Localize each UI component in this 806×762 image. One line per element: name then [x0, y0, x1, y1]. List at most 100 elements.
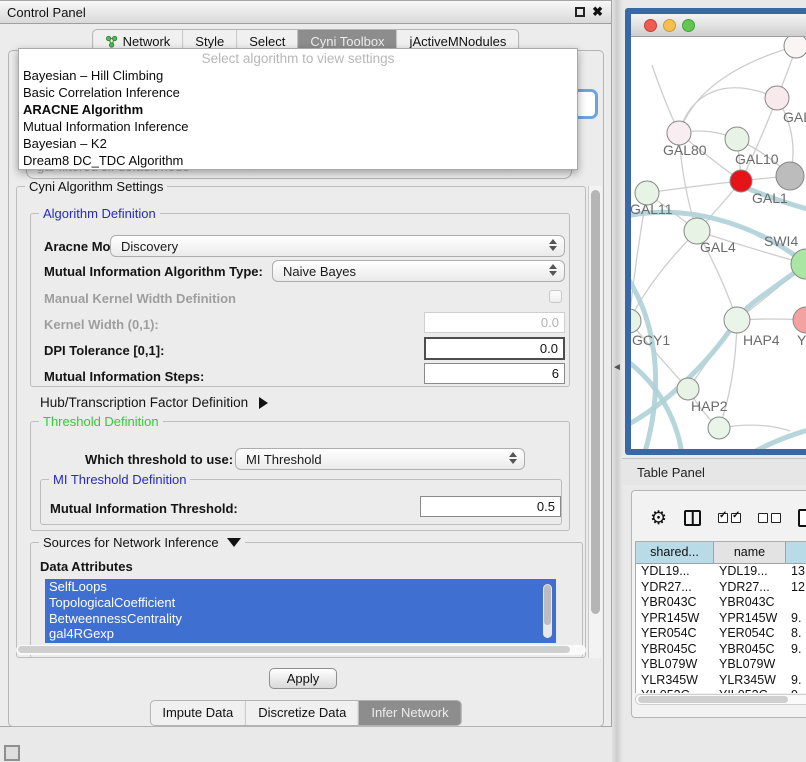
network-node-gcy1[interactable] — [631, 309, 641, 333]
algorithm-option[interactable]: Basic Correlation Inference — [19, 84, 577, 101]
table-cell[interactable]: 9 — [786, 688, 806, 693]
export-table-icon[interactable] — [798, 509, 806, 527]
deselect-all-columns-icon[interactable] — [758, 513, 781, 523]
table-row[interactable]: YPR145WYPR145W9. — [636, 611, 806, 627]
zoom-window-icon[interactable] — [682, 19, 695, 32]
table-cell[interactable]: 9. — [786, 642, 806, 658]
dpi-tolerance-field[interactable]: 0.0 — [424, 337, 565, 360]
algorithm-option[interactable]: Bayesian – Hill Climbing — [19, 67, 577, 84]
table-cell[interactable]: YBR043C — [636, 595, 714, 611]
mi-threshold-field[interactable]: 0.5 — [420, 496, 561, 517]
table-cell[interactable]: 9. — [786, 673, 806, 689]
algorithm-option[interactable]: Mutual Information Inference — [19, 118, 577, 135]
table-cell[interactable]: YBL079W — [636, 657, 714, 673]
network-node-label: SWI4 — [764, 233, 798, 249]
table-cell[interactable]: 13 — [786, 564, 806, 580]
network-canvas[interactable]: GALGAL80GAL10GAL1GAL11GAL4SWI4GCY1HAP4YH… — [631, 37, 806, 449]
tab-infer-network[interactable]: Infer Network — [358, 701, 460, 725]
network-node-y[interactable] — [793, 307, 806, 333]
algorithm-definition-title: Algorithm Definition — [39, 206, 160, 221]
table-cell[interactable]: YDR27... — [714, 580, 786, 596]
table-cell[interactable]: YDL19... — [636, 564, 714, 580]
table-cell[interactable]: YIL052C — [636, 688, 714, 693]
settings-horizontal-scrollbar[interactable] — [16, 645, 586, 655]
select-all-columns-icon[interactable] — [718, 513, 741, 523]
column-header-name[interactable]: name — [714, 542, 786, 564]
network-node-hap2[interactable] — [677, 378, 699, 400]
data-attributes-list[interactable]: SelfLoopsTopologicalCoefficientBetweenne… — [45, 579, 556, 643]
table-cell[interactable]: YDR27... — [636, 580, 714, 596]
table-cell[interactable]: YBR045C — [636, 642, 714, 658]
manual-kernel-width-checkbox[interactable] — [549, 290, 562, 303]
network-node-label: GCY1 — [632, 332, 670, 348]
table-cell[interactable]: YER054C — [714, 626, 786, 642]
table-row[interactable]: YBR045CYBR045C9. — [636, 642, 806, 658]
hub-definition-label[interactable]: Hub/Transcription Factor Definition — [40, 395, 268, 410]
threshold-definition-title: Threshold Definition — [39, 414, 163, 429]
collapsed-panel-icon[interactable] — [4, 745, 20, 761]
expand-right-icon[interactable] — [259, 397, 268, 409]
table-row[interactable]: YDL19...YDL19...13 — [636, 564, 806, 580]
panel-splitter[interactable] — [612, 0, 622, 762]
column-header-clipped[interactable] — [786, 542, 806, 564]
list-scrollbar[interactable] — [543, 584, 552, 638]
float-panel-icon[interactable] — [575, 7, 585, 17]
data-attribute-item[interactable]: BetweennessCentrality — [45, 611, 556, 627]
table-row[interactable]: YBR043CYBR043C — [636, 595, 806, 611]
algorithm-option[interactable]: ARACNE Algorithm — [19, 101, 577, 118]
data-attribute-item[interactable]: SelfLoops — [45, 579, 556, 595]
table-row[interactable]: YIL052CYIL052C9 — [636, 688, 806, 693]
table-cell[interactable]: YPR145W — [636, 611, 714, 627]
table-cell[interactable]: 12 — [786, 580, 806, 596]
table-cell[interactable]: YPR145W — [714, 611, 786, 627]
table-cell[interactable]: YIL052C — [714, 688, 786, 693]
network-node-gal10[interactable] — [725, 127, 749, 151]
table-cell[interactable]: YBR045C — [714, 642, 786, 658]
close-panel-icon[interactable]: ✖ — [592, 5, 603, 19]
table-horizontal-scrollbar[interactable] — [635, 694, 806, 705]
table-row[interactable]: YBL079WYBL079W — [636, 657, 806, 673]
collapse-down-icon[interactable] — [227, 538, 241, 547]
table-cell[interactable]: 9. — [786, 611, 806, 627]
network-node[interactable] — [776, 162, 804, 190]
table-cell[interactable]: YER054C — [636, 626, 714, 642]
which-threshold-combobox[interactable]: MI Threshold — [235, 448, 525, 470]
gear-icon[interactable]: ⚙ — [650, 509, 667, 528]
network-node-gal1[interactable] — [730, 170, 752, 192]
sources-group-title[interactable]: Sources for Network Inference — [39, 535, 245, 550]
data-attribute-item[interactable]: TopologicalCoefficient — [45, 595, 556, 611]
aracne-mode-combobox[interactable]: Discovery — [110, 235, 565, 257]
table-cell[interactable]: YBL079W — [714, 657, 786, 673]
close-window-icon[interactable] — [644, 19, 657, 32]
column-header-shared-name[interactable]: shared... — [636, 542, 714, 564]
split-columns-icon[interactable] — [684, 510, 701, 526]
hub-definition-text: Hub/Transcription Factor Definition — [40, 395, 248, 410]
table-cell[interactable]: YLR345W — [636, 673, 714, 689]
mi-algorithm-type-label: Mutual Information Algorithm Type: — [44, 264, 263, 279]
table-row[interactable]: YLR345WYLR345W9. — [636, 673, 806, 689]
network-node-gal[interactable] — [765, 86, 789, 110]
table-row[interactable]: YDR27...YDR27...12 — [636, 580, 806, 596]
algorithm-option[interactable]: Dream8 DC_TDC Algorithm — [19, 152, 577, 169]
network-node-hap4[interactable] — [724, 307, 750, 333]
table-cell[interactable]: YLR345W — [714, 673, 786, 689]
mi-algorithm-type-combobox[interactable]: Naive Bayes — [272, 260, 565, 282]
table-cell[interactable]: 8. — [786, 626, 806, 642]
settings-vertical-scrollbar[interactable] — [588, 186, 602, 658]
mi-steps-field[interactable]: 6 — [424, 363, 565, 384]
table-row[interactable]: YER054CYER054C8. — [636, 626, 806, 642]
minimize-window-icon[interactable] — [663, 19, 676, 32]
table-cell[interactable]: YDL19... — [714, 564, 786, 580]
table-cell[interactable]: YBR043C — [714, 595, 786, 611]
table-cell[interactable] — [786, 595, 806, 611]
network-node[interactable] — [708, 417, 730, 439]
algorithm-option[interactable]: Bayesian – K2 — [19, 135, 577, 152]
tab-discretize-data[interactable]: Discretize Data — [245, 701, 358, 725]
tab-impute-data[interactable]: Impute Data — [150, 701, 245, 725]
table-cell[interactable] — [786, 657, 806, 673]
apply-button[interactable]: Apply — [269, 668, 337, 689]
data-attribute-item[interactable]: gal4RGexp — [45, 626, 556, 642]
network-node[interactable] — [784, 37, 806, 58]
kernel-width-field[interactable]: 0.0 — [424, 312, 565, 333]
splitter-collapse-icon[interactable]: ◄ — [612, 362, 622, 373]
